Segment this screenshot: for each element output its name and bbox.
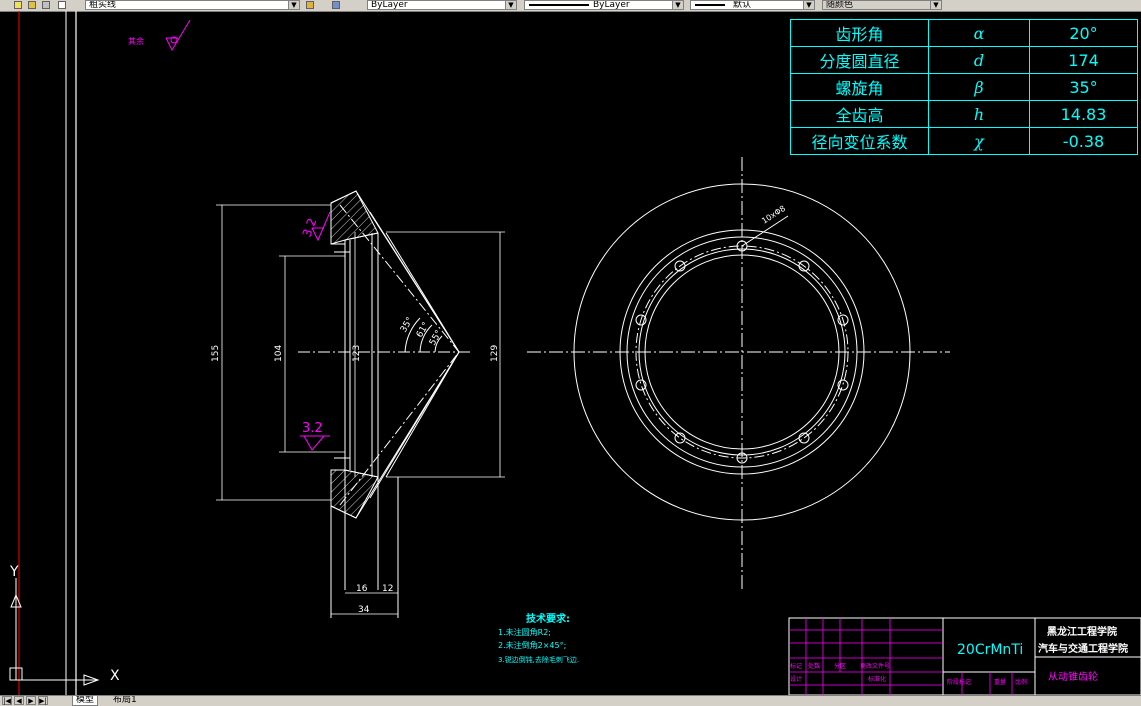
param-name: 全齿高 (790, 100, 929, 128)
notes-title: 技术要求: (526, 612, 570, 625)
dim-34: 34 (358, 605, 370, 615)
dim-129: 129 (490, 345, 500, 362)
notes-line3: 3.锐边倒钝,去除毛刺飞边. (498, 655, 579, 664)
linetype-control-value: ByLayer (593, 0, 630, 10)
angle-35: 35° (399, 316, 416, 335)
layer-color-icon[interactable] (58, 1, 66, 9)
department-text: 汽车与交通工程学院 (1038, 642, 1128, 655)
linetype-control-dropdown[interactable]: ByLayer ▼ (524, 0, 684, 10)
layer-name: 粗实线 (89, 0, 117, 10)
dimensions (216, 204, 505, 615)
layer-lock-icon[interactable] (42, 1, 50, 9)
ucs-y-label: Y (9, 564, 19, 580)
param-value: 35° (1029, 73, 1138, 101)
table-row: 分度圆直径 d 174 (790, 46, 1138, 74)
chevron-down-icon[interactable]: ▼ (505, 1, 516, 9)
layer-previous-icon[interactable] (332, 1, 340, 9)
ucs-x-label: X (110, 668, 120, 684)
last-tab-button[interactable]: ▶| (38, 696, 48, 705)
lbl-count: 处数 (808, 662, 820, 670)
dim-155: 155 (211, 345, 221, 362)
part-name-text: 从动锥齿轮 (1048, 670, 1098, 683)
angle-61: 61° (415, 321, 432, 340)
param-name: 齿形角 (790, 19, 929, 47)
param-symbol: χ (928, 127, 1030, 155)
chevron-down-icon[interactable]: ▼ (930, 1, 941, 9)
dim-12: 12 (382, 584, 393, 594)
lineweight-control-dropdown[interactable]: 默认 ▼ (690, 0, 815, 10)
color-control-value: ByLayer (371, 0, 408, 10)
layout-tabs-bar: |◀ ◀ ▶ ▶| 模型 布局1 (0, 695, 1141, 706)
ucs-icon (9, 578, 100, 686)
param-symbol: β (928, 73, 1030, 101)
chevron-down-icon[interactable]: ▼ (288, 1, 299, 9)
notes-line2: 2.未注倒角2×45°; (498, 640, 566, 650)
plotstyle-control-value: 随颜色 (826, 0, 854, 10)
param-value: 174 (1029, 46, 1138, 74)
roughness-lower: 3.2 (302, 421, 323, 436)
table-row: 径向变位系数 χ -0.38 (790, 127, 1138, 155)
param-symbol: α (928, 19, 1030, 47)
chevron-down-icon[interactable]: ▼ (672, 1, 683, 9)
lbl-stage: 阶段标记 (947, 678, 971, 686)
lbl-mark: 标记 (790, 662, 802, 670)
rough-mark-label: 其余 (128, 36, 144, 46)
gear-parameter-table: 齿形角 α 20° 分度圆直径 d 174 螺旋角 β 35° 全齿高 h 14… (790, 19, 1138, 155)
material-text: 20CrMnTi (957, 642, 1023, 658)
table-row: 齿形角 α 20° (790, 19, 1138, 47)
lbl-zone: 分区 (834, 662, 846, 670)
lbl-weight: 重量 (994, 678, 1006, 686)
hole-callout: 10xΦ8 (760, 204, 787, 226)
first-tab-button[interactable]: |◀ (2, 696, 12, 705)
table-row: 全齿高 h 14.83 (790, 100, 1138, 128)
roughness-lower-icon (300, 435, 330, 451)
dim-16: 16 (356, 584, 368, 594)
dim-104: 104 (274, 345, 284, 362)
prev-tab-button[interactable]: ◀ (14, 696, 24, 705)
param-name: 分度圆直径 (790, 46, 929, 74)
lbl-docno: 更改文件号 (860, 662, 890, 670)
next-tab-button[interactable]: ▶ (26, 696, 36, 705)
layer-manager-icon[interactable] (306, 1, 314, 9)
color-control-dropdown[interactable]: ByLayer ▼ (367, 0, 517, 10)
section-view (298, 190, 470, 618)
chevron-down-icon[interactable]: ▼ (803, 1, 814, 9)
lineweight-control-value: 默认 (733, 0, 752, 10)
param-name: 径向变位系数 (790, 127, 929, 155)
notes-line1: 1.未注圆角R2; (498, 627, 551, 637)
param-value: 20° (1029, 19, 1138, 47)
param-symbol: h (928, 100, 1030, 128)
param-name: 螺旋角 (790, 73, 929, 101)
school-text: 黑龙江工程学院 (1047, 625, 1117, 638)
param-symbol: d (928, 46, 1030, 74)
roughness-symbol-icon (165, 19, 191, 52)
dim-123: 123 (352, 345, 362, 362)
layer-on-icon[interactable] (14, 1, 22, 9)
param-value: 14.83 (1029, 100, 1138, 128)
lbl-standard: 标准化 (868, 675, 886, 683)
linetype-swatch (529, 4, 589, 6)
lbl-design: 设计 (790, 675, 802, 683)
plotstyle-control-dropdown[interactable]: 随颜色 ▼ (822, 0, 942, 10)
layer-freeze-icon[interactable] (28, 1, 36, 9)
hatch-top (330, 190, 379, 245)
lbl-scale: 比例 (1015, 678, 1027, 686)
param-value: -0.38 (1029, 127, 1138, 155)
table-row: 螺旋角 β 35° (790, 73, 1138, 101)
layer-dropdown[interactable]: 粗实线 ▼ (85, 0, 300, 10)
front-view (527, 157, 950, 590)
lineweight-swatch (695, 4, 725, 6)
roughness-upper: 3.2 (300, 216, 320, 239)
